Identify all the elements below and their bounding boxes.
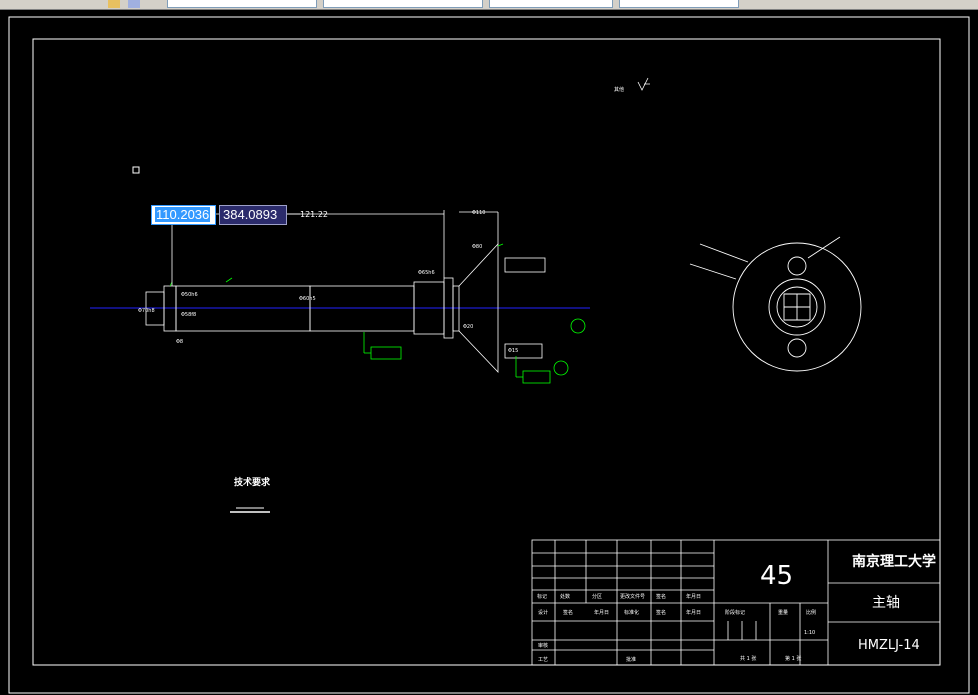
review-label: 审核 xyxy=(538,642,548,649)
workspace-icon[interactable] xyxy=(108,0,120,8)
row-label-count: 处数 xyxy=(560,593,570,600)
layer-icon[interactable] xyxy=(128,0,140,8)
dynamic-input-y[interactable]: 384.0893 xyxy=(219,205,287,225)
row-label-date: 年月日 xyxy=(686,593,701,600)
roughness-symbol xyxy=(637,77,650,91)
layer-dropdown[interactable] xyxy=(167,0,317,8)
dim-d10: Φ8 xyxy=(176,339,183,345)
side-view xyxy=(689,236,862,372)
dim-d6: Φ110 xyxy=(472,210,485,216)
sheets-total: 共 1 张 xyxy=(740,655,756,662)
row-label-change: 更改文件号 xyxy=(620,593,645,600)
weight-label: 重量 xyxy=(778,609,788,616)
row2-sign: 签名 xyxy=(563,609,573,616)
scale-value: 1:10 xyxy=(804,630,815,636)
approve-label: 批准 xyxy=(626,656,636,663)
lineweight-dropdown[interactable] xyxy=(619,0,739,8)
tech-req-title: 技术要求 xyxy=(234,476,271,488)
tolerance-frames xyxy=(169,243,586,384)
dim-d3: Φ58f8 xyxy=(181,312,196,318)
part-name: 主轴 xyxy=(872,595,900,611)
inner-border xyxy=(32,38,941,666)
dim-d7: Φ80 xyxy=(472,244,482,250)
tracking-value: 121.22 xyxy=(300,210,328,219)
dim-d4: Φ60h5 xyxy=(299,296,316,302)
cad-toolbar xyxy=(0,0,978,10)
dim-d1: Φ70h8 xyxy=(138,308,155,314)
row2-std: 标准化 xyxy=(624,609,639,616)
row-label-mark: 标记 xyxy=(537,593,547,600)
drawing-number: HMZLJ-14 xyxy=(858,638,920,653)
dim-d9: Φ15 xyxy=(508,348,518,354)
scale-label: 比例 xyxy=(806,609,816,616)
sheet-number: 第 1 张 xyxy=(785,655,801,662)
dim-d2: Φ50h6 xyxy=(181,292,198,298)
school-name: 南京理工大学 xyxy=(852,553,936,570)
color-dropdown[interactable] xyxy=(323,0,483,8)
outer-border xyxy=(8,16,970,694)
dynamic-input-x-value: 110.2036 xyxy=(155,207,211,222)
stage-label: 阶段标记 xyxy=(725,609,745,616)
shaft-main-view xyxy=(145,210,546,374)
row2-date2: 年月日 xyxy=(686,609,701,616)
cad-drawing-canvas[interactable]: 其他 Φ70h8 Φ50h6 Φ58f8 Φ60h5 Φ65h6 Φ110 Φ8… xyxy=(0,10,978,695)
row2-date: 年月日 xyxy=(594,609,609,616)
dim-d8: Φ20 xyxy=(463,324,473,330)
linetype-dropdown[interactable] xyxy=(489,0,613,8)
row2-sign2: 签名 xyxy=(656,609,666,616)
grip-marker[interactable] xyxy=(132,166,140,174)
dynamic-input-x[interactable]: 110.2036 xyxy=(151,205,216,225)
row-label-sign: 签名 xyxy=(656,593,666,600)
process-label: 工艺 xyxy=(538,657,548,663)
row-label-zone: 分区 xyxy=(592,593,602,600)
row2-design: 设计 xyxy=(538,609,548,616)
dim-d5: Φ65h6 xyxy=(418,270,435,276)
surface-note: 其他 xyxy=(614,86,624,93)
material-value: 45 xyxy=(760,561,793,591)
